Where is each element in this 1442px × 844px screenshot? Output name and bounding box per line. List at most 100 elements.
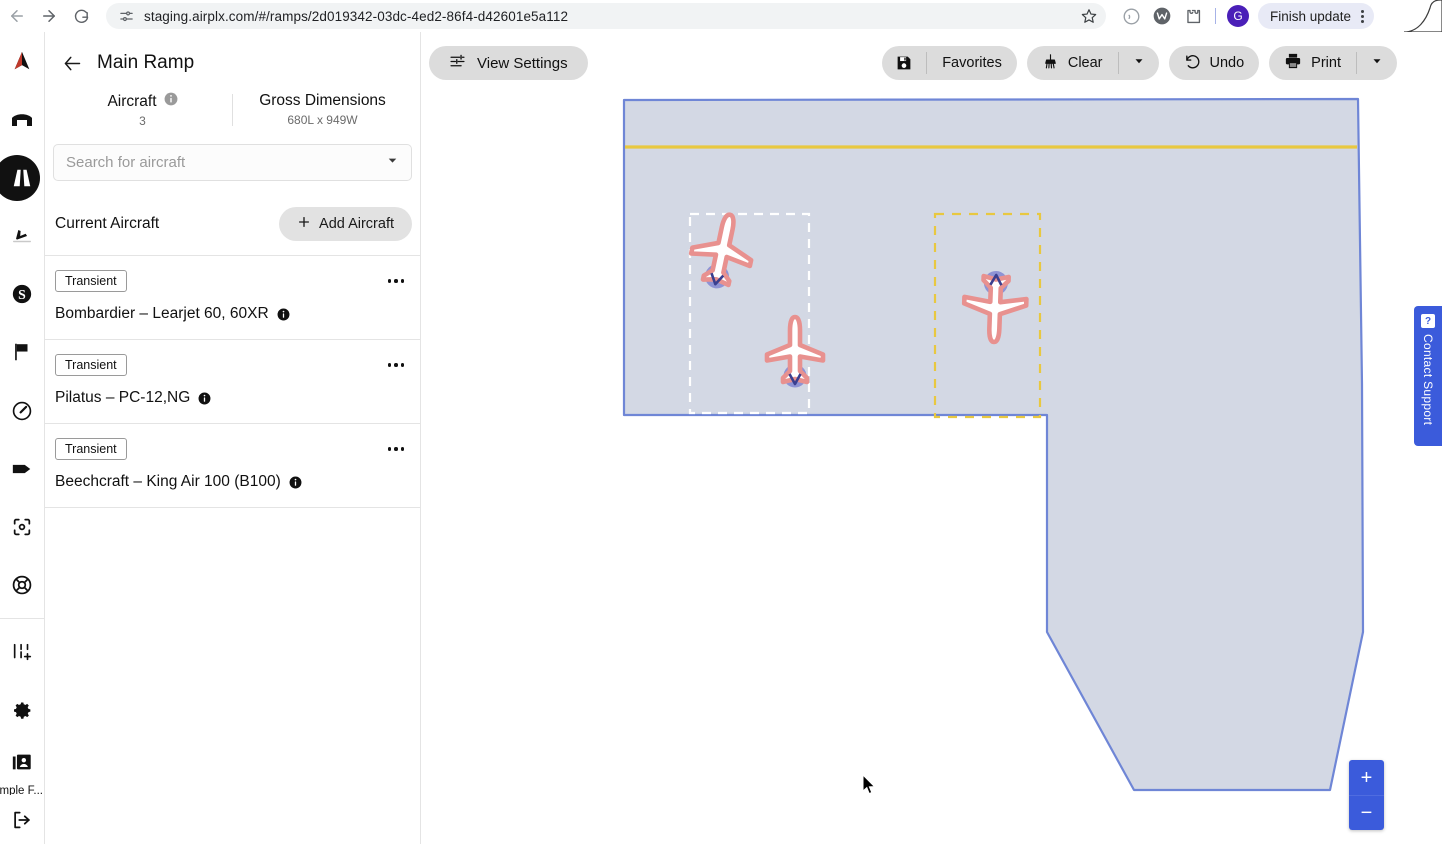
list-item-header: Transient	[55, 270, 410, 292]
sliders-icon	[449, 53, 466, 74]
ramp-diagram	[421, 32, 1442, 844]
info-icon[interactable]	[289, 476, 302, 489]
info-icon[interactable]	[198, 392, 211, 405]
browser-nav-buttons	[0, 1, 96, 31]
search-placeholder: Search for aircraft	[66, 154, 185, 171]
zoom-controls: + −	[1349, 760, 1384, 830]
current-aircraft-header: Current Aircraft Add Aircraft	[45, 193, 420, 256]
undo-label: Undo	[1210, 55, 1245, 71]
print-group: Print	[1269, 46, 1397, 80]
print-dropdown-chevron-down-icon[interactable]	[1357, 54, 1397, 72]
favorites-group: Favorites	[882, 46, 1017, 80]
ramp-details-panel: Main Ramp Aircraft 3 Gross Dimensions 68…	[45, 32, 421, 844]
ramp-stats: Aircraft 3 Gross Dimensions 680L x 949W	[45, 92, 420, 128]
kebab-menu-icon[interactable]	[1357, 10, 1368, 23]
back-arrow-icon[interactable]	[61, 52, 83, 74]
star-icon[interactable]	[1078, 5, 1100, 27]
status-badge: Transient	[55, 354, 127, 376]
favorites-label: Favorites	[942, 55, 1002, 71]
more-options-icon[interactable]	[382, 447, 411, 451]
clear-button[interactable]: Clear	[1027, 46, 1118, 80]
sidebar-item-goals[interactable]	[0, 323, 45, 381]
sidebar-item-flights[interactable]	[0, 32, 45, 90]
rail-divider	[0, 618, 45, 619]
back-arrow-icon[interactable]	[2, 1, 32, 31]
aircraft-name-row: Beechcraft – King Air 100 (B100)	[55, 473, 410, 491]
undo-arrow-icon	[1184, 53, 1201, 74]
svg-text:S: S	[18, 287, 26, 302]
address-bar[interactable]: staging.airplx.com/#/ramps/2d019342-03dc…	[106, 3, 1106, 29]
site-settings-icon[interactable]	[116, 6, 136, 26]
list-item[interactable]: Transient Beechcraft – King Air 100 (B10…	[45, 424, 420, 508]
info-icon[interactable]	[277, 308, 290, 321]
stat-aircraft-value: 3	[53, 114, 232, 128]
view-settings-button[interactable]: View Settings	[429, 46, 588, 80]
sidebar-item-scan[interactable]	[0, 498, 45, 556]
extensions-puzzle-icon[interactable]	[1182, 5, 1204, 27]
add-aircraft-button[interactable]: Add Aircraft	[279, 207, 412, 241]
aircraft-name: Bombardier – Learjet 60, 60XR	[55, 305, 269, 323]
list-item[interactable]: Transient Bombardier – Learjet 60, 60XR	[45, 256, 420, 340]
favorites-button[interactable]: Favorites	[927, 46, 1017, 80]
undo-group: Undo	[1169, 46, 1260, 80]
sidebar-item-support[interactable]	[0, 556, 45, 614]
browser-toolbar: staging.airplx.com/#/ramps/2d019342-03dc…	[0, 0, 1442, 32]
print-button[interactable]: Print	[1269, 46, 1356, 80]
status-badge: Transient	[55, 438, 127, 460]
contact-support-tab[interactable]: ? Contact Support	[1414, 306, 1442, 446]
list-item[interactable]: Transient Pilatus – PC-12,NG	[45, 340, 420, 424]
toolbar-divider	[1215, 8, 1216, 24]
sidebar-item-performance[interactable]	[0, 381, 45, 439]
clear-group: Clear	[1027, 46, 1159, 80]
search-input[interactable]: Search for aircraft	[53, 144, 412, 181]
ramp-polygon	[624, 99, 1363, 790]
stat-dimensions-label: Gross Dimensions	[259, 92, 386, 110]
stat-dimensions-value: 680L x 949W	[233, 113, 412, 127]
sidebar-item-hangars[interactable]	[0, 90, 45, 148]
sidebar-item-settings[interactable]	[0, 681, 45, 739]
sidebar-item-departures[interactable]	[0, 207, 45, 265]
zoom-in-button[interactable]: +	[1349, 760, 1384, 795]
save-button[interactable]	[882, 46, 926, 80]
info-circle-icon[interactable]	[1120, 5, 1142, 27]
broom-icon	[1042, 53, 1059, 74]
sidebar-account-label: mple F...	[0, 785, 45, 795]
icon-rail: S mple F...	[0, 32, 45, 844]
sidebar-item-tags[interactable]	[0, 440, 45, 498]
sidebar-item-account[interactable]	[0, 740, 45, 785]
undo-button[interactable]: Undo	[1169, 46, 1260, 80]
address-bar-url: staging.airplx.com/#/ramps/2d019342-03dc…	[144, 9, 568, 24]
sidebar-item-ramps[interactable]	[0, 148, 45, 206]
current-aircraft-label: Current Aircraft	[55, 215, 159, 233]
more-options-icon[interactable]	[382, 363, 411, 367]
printer-icon	[1284, 52, 1302, 74]
zoom-out-button[interactable]: −	[1349, 795, 1384, 830]
print-label: Print	[1311, 55, 1341, 71]
view-settings-container: View Settings	[429, 46, 588, 80]
more-options-icon[interactable]	[382, 279, 411, 283]
extension-w-icon[interactable]	[1151, 5, 1173, 27]
reload-icon[interactable]	[66, 1, 96, 31]
aircraft-name: Pilatus – PC-12,NG	[55, 389, 190, 407]
sidebar-item-add-ramp[interactable]	[0, 623, 45, 681]
sidebar-item-billing[interactable]: S	[0, 265, 45, 323]
app-root: staging.airplx.com/#/ramps/2d019342-03dc…	[0, 0, 1442, 844]
avatar[interactable]: G	[1227, 5, 1249, 27]
view-settings-label: View Settings	[477, 55, 568, 72]
finish-update-button[interactable]: Finish update	[1258, 3, 1374, 29]
forward-arrow-icon[interactable]	[34, 1, 64, 31]
map-toolbar: Favorites Clear	[882, 46, 1397, 80]
sidebar-item-logout[interactable]	[0, 795, 45, 844]
ramp-map[interactable]: View Settings Favorites Clear	[421, 32, 1442, 844]
clear-label: Clear	[1068, 55, 1103, 71]
panel-header: Main Ramp	[45, 32, 420, 74]
stat-aircraft: Aircraft 3	[53, 92, 232, 128]
finish-update-label: Finish update	[1270, 9, 1351, 24]
add-aircraft-label: Add Aircraft	[319, 216, 394, 232]
info-icon[interactable]	[164, 92, 178, 111]
stat-aircraft-label: Aircraft	[107, 93, 156, 111]
clear-dropdown-chevron-down-icon[interactable]	[1119, 54, 1159, 72]
chevron-down-icon[interactable]	[386, 154, 399, 172]
question-mark-icon: ?	[1421, 314, 1435, 328]
contact-support-label: Contact Support	[1421, 334, 1435, 425]
